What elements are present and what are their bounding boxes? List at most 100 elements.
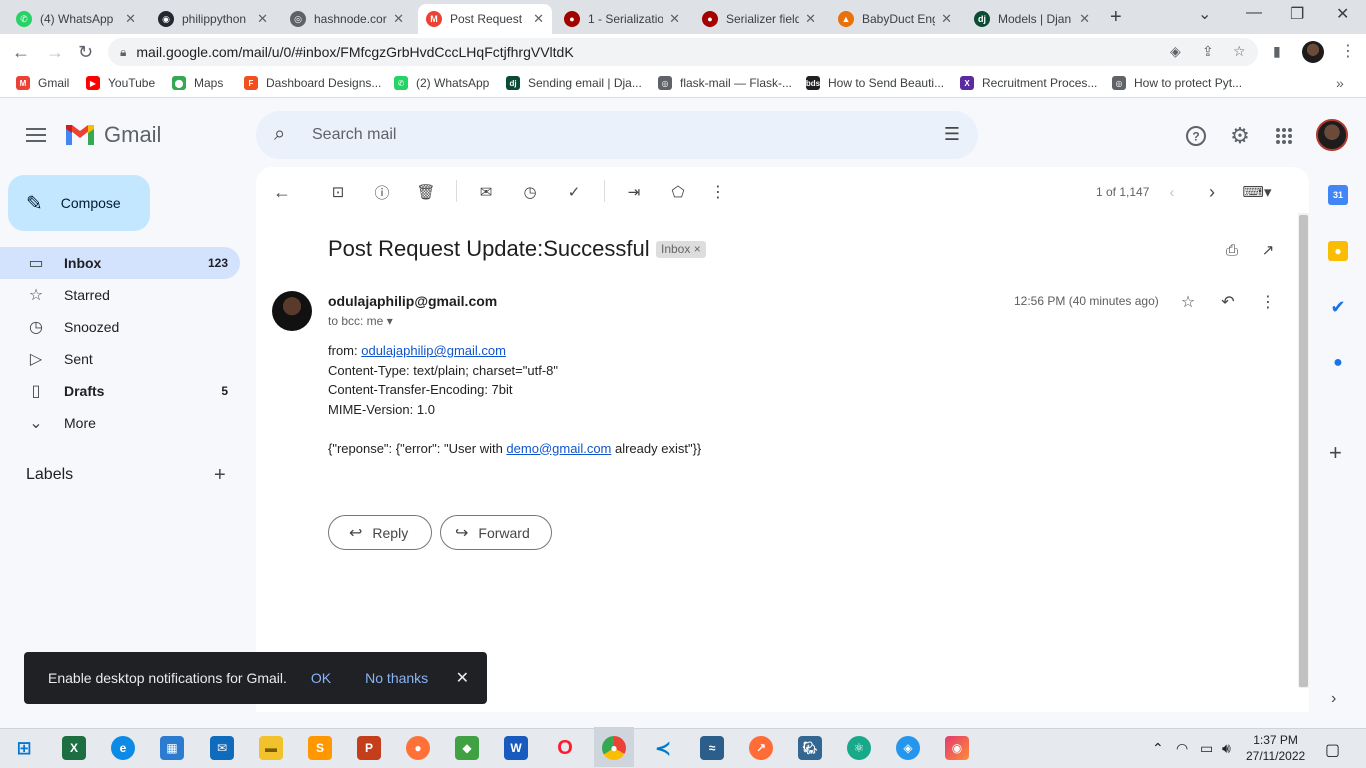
pgadmin-icon[interactable]: 🐘︎ [798, 736, 822, 760]
extension-icon[interactable]: ◈ [1170, 43, 1181, 60]
new-tab-button[interactable]: + [1110, 6, 1122, 29]
git-gui-icon[interactable]: ◆ [455, 736, 479, 760]
close-window-button[interactable]: ✕ [1336, 4, 1349, 24]
show-details-icon[interactable]: ▾ [387, 314, 393, 328]
scrollbar-thumb[interactable] [1299, 215, 1308, 687]
menu-kebab-icon[interactable]: ⋮ [1340, 41, 1356, 61]
bookmark-item[interactable]: ✆ (2) WhatsApp [394, 76, 489, 90]
back-to-inbox-icon[interactable]: ← [272, 182, 292, 202]
bookmarks-overflow-icon[interactable]: » [1336, 75, 1344, 91]
input-tools-icon[interactable]: ⌨▾ [1240, 182, 1274, 202]
maximize-button[interactable]: ❐ [1290, 4, 1304, 24]
sidebar-item-more[interactable]: ⌄ More [0, 407, 240, 439]
bookmark-item[interactable]: ▶ YouTube [86, 76, 155, 90]
get-addons-icon[interactable]: + [1329, 440, 1342, 466]
system-clock[interactable]: 1:37 PM 27/11/2022 [1246, 732, 1305, 764]
tab-close-icon[interactable]: ✕ [393, 11, 404, 27]
contacts-icon[interactable]: ● [1328, 353, 1348, 373]
powerpoint-icon[interactable]: P [357, 736, 381, 760]
close-icon[interactable]: ✕ [456, 668, 469, 688]
tab-close-icon[interactable]: ✕ [533, 11, 544, 27]
bookmark-star-icon[interactable]: ☆ [1233, 43, 1246, 60]
postman-icon[interactable]: ↗ [749, 736, 773, 760]
settings-gear-icon[interactable]: ⚙ [1228, 123, 1252, 148]
file-explorer-icon[interactable]: ▬ [259, 736, 283, 760]
newer-icon[interactable]: ‹ [1162, 182, 1182, 202]
browser-tab[interactable]: ◉ philippython ✕ [150, 4, 276, 34]
sidebar-item-sent[interactable]: ▷ Sent [0, 343, 240, 375]
sidebar-item-inbox[interactable]: ▭ Inbox 123 [0, 247, 240, 279]
add-task-icon[interactable]: ✓ [564, 182, 584, 202]
archive-icon[interactable]: ⊡ [328, 182, 348, 202]
minimize-button[interactable]: — [1246, 4, 1262, 22]
sidebar-item-drafts[interactable]: ▯ Drafts 5 [0, 375, 240, 407]
tab-close-icon[interactable]: ✕ [1079, 11, 1090, 27]
browser-tab[interactable]: dj Models | Djan ✕ [966, 4, 1098, 34]
delete-icon[interactable]: 🗑︎ [416, 182, 436, 202]
search-input[interactable] [312, 123, 912, 147]
creative-cloud-icon[interactable]: ◉ [945, 736, 969, 760]
compose-button[interactable]: ✎ Compose [8, 175, 150, 231]
move-to-icon[interactable]: ⇥ [624, 182, 644, 202]
message-more-icon[interactable]: ⋮ [1258, 292, 1278, 312]
bookmark-item[interactable]: F Dashboard Designs... [244, 76, 381, 90]
from-email-link[interactable]: odulajaphilip@gmail.com [361, 343, 506, 358]
browser-tab[interactable]: ● Serializer field ✕ [694, 4, 824, 34]
tab-search-icon[interactable]: ⌄ [1198, 4, 1211, 24]
reload-icon[interactable]: ↻ [78, 42, 93, 63]
volume-icon[interactable]: 🔊︎ [1222, 740, 1231, 757]
tab-close-icon[interactable]: ✕ [941, 11, 952, 27]
bookmark-item[interactable]: ◎ flask-mail — Flask-... [658, 76, 792, 90]
bookmark-item[interactable]: X Recruitment Proces... [960, 76, 1097, 90]
demo-email-link[interactable]: demo@gmail.com [506, 441, 611, 456]
browser-tab[interactable]: M Post Request ✕ [418, 4, 552, 34]
wifi-icon[interactable]: ◠ [1176, 740, 1188, 757]
add-label-icon[interactable]: + [214, 464, 226, 487]
browser-tab[interactable]: ● 1 - Serializatio ✕ [556, 4, 688, 34]
reply-button[interactable]: ↩ Reply [328, 515, 432, 550]
browser-tab[interactable]: ▲ BabyDuct Eng ✕ [830, 4, 960, 34]
main-menu-icon[interactable] [26, 125, 46, 145]
sidebar-item-starred[interactable]: ☆ Starred [0, 279, 240, 311]
side-panel-icon[interactable]: ▮ [1273, 43, 1281, 60]
sender-avatar[interactable] [272, 291, 312, 331]
tab-close-icon[interactable]: ✕ [805, 11, 816, 27]
gmail-logo[interactable]: Gmail [64, 122, 161, 148]
atom-icon[interactable]: ⚛ [847, 736, 871, 760]
tab-close-icon[interactable]: ✕ [669, 11, 680, 27]
bookmark-item[interactable]: bds How to Send Beauti... [806, 76, 944, 90]
sidebar-item-snoozed[interactable]: ◷ Snoozed [0, 311, 240, 343]
snackbar-ok-button[interactable]: OK [311, 670, 331, 686]
keep-icon[interactable]: ● [1328, 241, 1348, 261]
edge-icon[interactable]: e [111, 736, 135, 760]
remove-label-icon[interactable]: × [694, 242, 701, 256]
star-icon[interactable]: ☆ [1178, 292, 1198, 312]
search-options-icon[interactable]: ☰ [944, 124, 960, 145]
start-windows-icon[interactable]: ⊞ [12, 736, 36, 760]
print-icon[interactable]: ⎙ [1222, 240, 1242, 260]
mysql-workbench-icon[interactable]: ≈ [700, 736, 724, 760]
forward-icon[interactable]: → [46, 42, 64, 63]
open-new-window-icon[interactable]: ↗ [1258, 240, 1278, 260]
label-icon[interactable]: ⬠ [668, 182, 688, 202]
vscode-icon[interactable]: ≺ [651, 736, 675, 760]
tab-close-icon[interactable]: ✕ [125, 11, 136, 27]
word-icon[interactable]: W [504, 736, 528, 760]
sender-email[interactable]: odulajaphilip@gmail.com [328, 293, 497, 309]
snackbar-no-thanks-button[interactable]: No thanks [365, 670, 428, 686]
store-icon[interactable]: ▦ [160, 736, 184, 760]
back-icon[interactable]: ← [12, 42, 30, 63]
mark-unread-icon[interactable]: ✉ [476, 182, 496, 202]
chrome-icon[interactable]: ● [602, 736, 626, 760]
account-avatar[interactable] [1316, 119, 1348, 151]
opera-icon[interactable]: O [553, 736, 577, 760]
bookmark-item[interactable]: dj Sending email | Dja... [506, 76, 642, 90]
report-spam-icon[interactable]: ⓘ [372, 182, 392, 202]
browser-tab[interactable]: ◎ hashnode.cor ✕ [282, 4, 412, 34]
calendar-icon[interactable]: 31 [1328, 185, 1348, 205]
excel-icon[interactable]: X [62, 736, 86, 760]
help-icon[interactable]: ? [1184, 124, 1208, 148]
tab-close-icon[interactable]: ✕ [257, 11, 268, 27]
notification-center-icon[interactable]: ▢ [1325, 740, 1340, 760]
snooze-icon[interactable]: ◷ [520, 182, 540, 202]
